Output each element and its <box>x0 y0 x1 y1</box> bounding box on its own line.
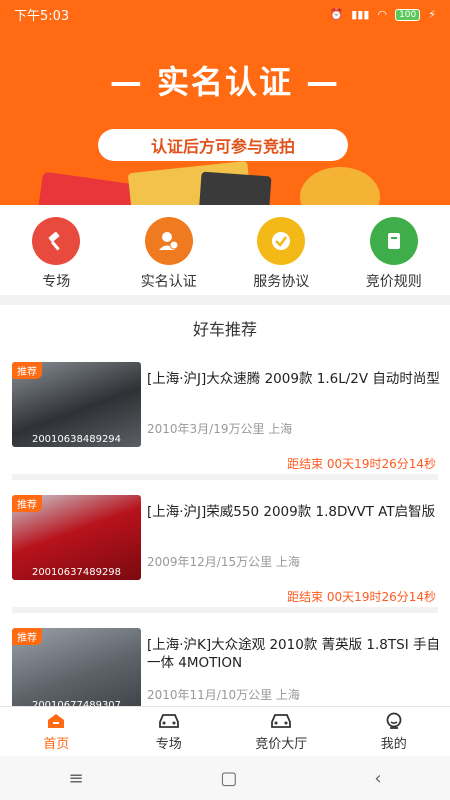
tab-auction-hall[interactable]: 竞价大厅 <box>225 707 338 756</box>
signal-icon: ▮▮▮ <box>351 8 370 21</box>
car-title: [上海·沪J]大众速腾 2009款 1.6L/2V 自动时尚型 <box>147 371 440 387</box>
banner-decoration <box>198 171 272 205</box>
status-icons: ⏰ ▮▮▮ ◠ 100 ⚡ <box>330 8 436 21</box>
car-image: 推荐 20010677489307 <box>12 628 141 713</box>
status-bar: 下午5:03 ⏰ ▮▮▮ ◠ 100 ⚡ <box>0 0 450 29</box>
charging-icon: ⚡ <box>428 8 436 21</box>
quick-item-label: 专场 <box>42 274 71 290</box>
recommend-tag: 推荐 <box>12 628 42 645</box>
tab-home[interactable]: 首页 <box>0 707 113 756</box>
alarm-icon: ⏰ <box>329 8 344 21</box>
quick-item-label: 竞价规则 <box>365 274 422 290</box>
quick-item-label: 服务协议 <box>253 274 310 290</box>
user-verify-icon <box>144 217 193 265</box>
car-meta: 2009年12月/15万公里 上海 <box>147 555 300 569</box>
quick-menu: 专场 实名认证 服务协议 竞价规则 <box>0 205 450 295</box>
recommend-section: 好车推荐 推荐 20010638489294 [上海·沪J]大众速腾 2009款… <box>0 305 450 750</box>
tab-special[interactable]: 专场 <box>113 707 226 756</box>
car-image: 推荐 20010638489294 <box>12 362 141 447</box>
quick-item-rules[interactable]: 竞价规则 <box>338 205 450 295</box>
battery-indicator: 100 <box>395 8 421 21</box>
recommend-tag: 推荐 <box>12 495 42 512</box>
divider <box>12 607 438 613</box>
banner-title: — 实名认证 — <box>109 63 341 101</box>
car-code: 20010638489294 <box>31 434 122 445</box>
tab-label: 首页 <box>43 736 70 752</box>
car-meta: 2010年11月/10万公里 上海 <box>147 688 300 702</box>
banner-decoration <box>300 167 380 205</box>
tab-label: 竞价大厅 <box>255 736 308 752</box>
divider <box>12 474 438 480</box>
status-time: 下午5:03 <box>14 9 70 24</box>
user-face-icon <box>386 712 402 729</box>
back-icon[interactable]: ‹ <box>374 768 381 789</box>
car-image: 推荐 20010637489298 <box>12 495 141 580</box>
banner-subtitle: 认证后方可参与竞拍 <box>98 129 348 161</box>
car-card[interactable]: 推荐 20010638489294 [上海·沪J]大众速腾 2009款 1.6L… <box>0 362 450 484</box>
countdown: 距结束 00天19时26分14秒 <box>287 457 436 471</box>
quick-item-agreement[interactable]: 服务协议 <box>225 205 338 295</box>
car-title: [上海·沪K]大众途观 2010款 菁英版 1.8TSI 手自一体 4MOTIO… <box>147 637 440 671</box>
car-icon <box>271 713 292 728</box>
tab-mine[interactable]: 我的 <box>338 707 450 756</box>
gavel-icon <box>32 217 81 265</box>
countdown: 距结束 00天19时26分14秒 <box>287 590 436 604</box>
auth-banner[interactable]: — 实名认证 — 认证后方可参与竞拍 <box>0 29 450 205</box>
home-icon <box>48 713 65 728</box>
car-card[interactable]: 推荐 20010637489298 [上海·沪J]荣威550 2009款 1.8… <box>0 495 450 617</box>
system-nav-bar: ≡ ▢ ‹ <box>0 756 450 800</box>
tab-label: 我的 <box>380 736 407 752</box>
wifi-icon: ◠ <box>377 8 388 21</box>
quick-item-special[interactable]: 专场 <box>0 205 113 295</box>
menu-icon[interactable]: ≡ <box>68 768 83 789</box>
bottom-tab-bar: 首页 专场 竞价大厅 我的 <box>0 706 450 756</box>
car-icon <box>158 713 179 728</box>
section-title: 好车推荐 <box>192 320 257 339</box>
tab-label: 专场 <box>155 736 182 752</box>
car-title: [上海·沪J]荣威550 2009款 1.8DVVT AT启智版 <box>147 504 436 520</box>
document-icon <box>369 217 418 265</box>
car-code: 20010637489298 <box>31 567 122 578</box>
quick-item-label: 实名认证 <box>140 274 197 290</box>
badge-check-icon <box>257 217 306 265</box>
home-square-icon[interactable]: ▢ <box>220 768 237 789</box>
recommend-tag: 推荐 <box>12 362 42 379</box>
quick-item-verify[interactable]: 实名认证 <box>113 205 226 295</box>
car-meta: 2010年3月/19万公里 上海 <box>147 422 293 436</box>
